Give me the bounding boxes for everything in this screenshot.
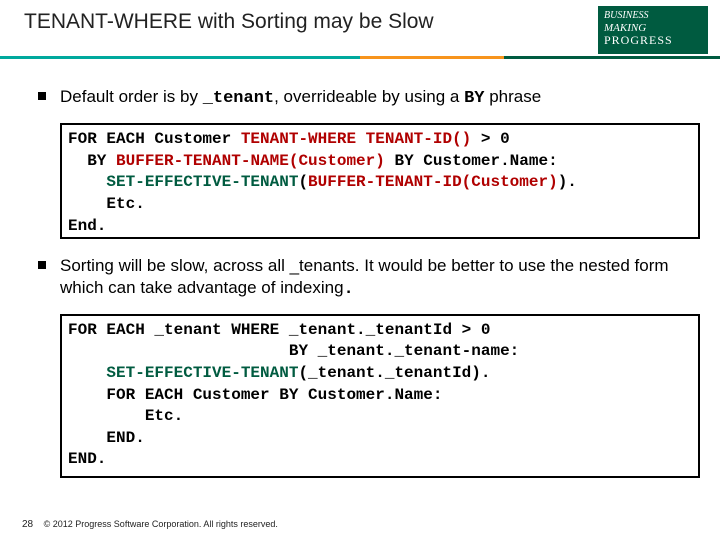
- c1l5: End.: [68, 217, 106, 235]
- slide-title: TENANT-WHERE with Sorting may be Slow: [24, 10, 434, 34]
- logo-line1: BUSINESS: [604, 10, 702, 22]
- slide-content: Default order is by _tenant, overrideabl…: [38, 86, 700, 482]
- c1l1b: TENANT-WHERE: [241, 130, 356, 148]
- bullet-square-icon: [38, 92, 46, 100]
- code-block-2: FOR EACH _tenant WHERE _tenant._tenantId…: [60, 314, 700, 478]
- c2l3b: SET-EFFECTIVE-TENANT: [106, 364, 298, 382]
- bullet-2-dot: .: [344, 280, 354, 299]
- c2l7: END.: [68, 450, 106, 468]
- c1l3b: SET-EFFECTIVE-TENANT: [106, 173, 298, 191]
- bullet-2-body: Sorting will be slow, across all _tenant…: [60, 256, 669, 296]
- c2l2: BY _tenant._tenant-name:: [68, 342, 519, 360]
- c2l3a: [68, 364, 106, 382]
- bullet-1-text: Default order is by _tenant, overrideabl…: [60, 86, 700, 109]
- code-block-1: FOR EACH Customer TENANT-WHERE TENANT-ID…: [60, 123, 700, 239]
- bullet-1-post: phrase: [484, 87, 541, 106]
- slide-header: TENANT-WHERE with Sorting may be Slow BU…: [0, 0, 720, 62]
- page-number: 28: [22, 519, 33, 530]
- slide-footer: 28 © 2012 Progress Software Corporation.…: [22, 519, 278, 530]
- c1l1e: > 0: [471, 130, 509, 148]
- copyright-text: © 2012 Progress Software Corporation. Al…: [44, 519, 278, 529]
- c1l1a: FOR EACH Customer: [68, 130, 241, 148]
- bullet-1-mono2: BY: [464, 89, 484, 108]
- c1l3a: [68, 173, 106, 191]
- header-rule: [0, 56, 720, 59]
- logo-line3: PROGRESS: [604, 34, 702, 48]
- c1l2c: BY Customer.Name:: [385, 152, 558, 170]
- c1l3e: ).: [558, 173, 577, 191]
- c2l6: END.: [68, 429, 145, 447]
- c1l3d: BUFFER-TENANT-ID(Customer): [308, 173, 558, 191]
- c1l4: Etc.: [68, 195, 145, 213]
- c2l1: FOR EACH _tenant WHERE _tenant._tenantId…: [68, 321, 490, 339]
- c1l1c: [356, 130, 366, 148]
- c1l3c: (: [298, 173, 308, 191]
- c1l1d: TENANT-ID(): [366, 130, 472, 148]
- c2l5: Etc.: [68, 407, 183, 425]
- spacer: [38, 243, 700, 255]
- c2l4: FOR EACH Customer BY Customer.Name:: [68, 386, 442, 404]
- progress-logo: BUSINESS MAKING PROGRESS: [598, 6, 708, 54]
- bullet-2: Sorting will be slow, across all _tenant…: [38, 255, 700, 300]
- bullet-1: Default order is by _tenant, overrideabl…: [38, 86, 700, 109]
- bullet-1-pre: Default order is by: [60, 87, 203, 106]
- c1l2b: BUFFER-TENANT-NAME(Customer): [116, 152, 385, 170]
- bullet-1-mid: , overrideable by using a: [274, 87, 464, 106]
- bullet-square-icon: [38, 261, 46, 269]
- bullet-1-mono1: _tenant: [203, 89, 274, 108]
- c1l2a: BY: [68, 152, 116, 170]
- bullet-2-text: Sorting will be slow, across all _tenant…: [60, 255, 700, 300]
- c2l3c: (_tenant._tenantId).: [298, 364, 490, 382]
